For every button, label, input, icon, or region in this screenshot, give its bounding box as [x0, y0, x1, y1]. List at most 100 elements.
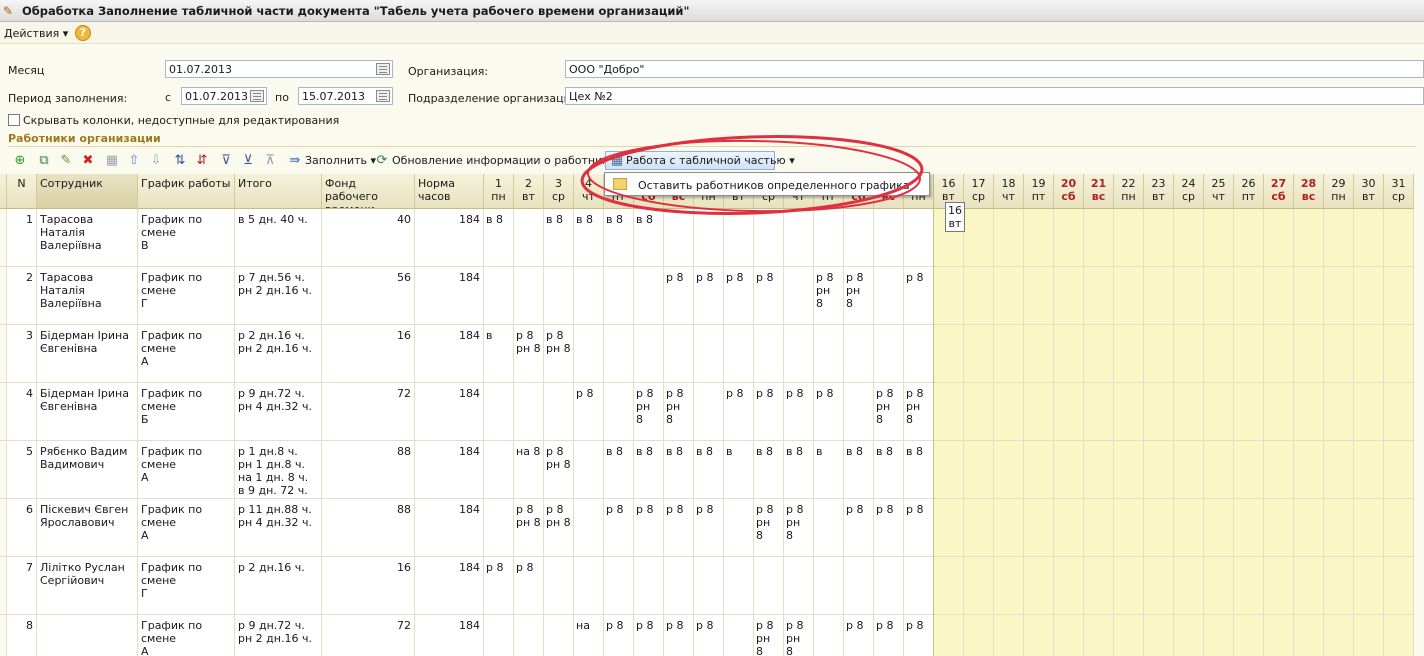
day-cell[interactable] [784, 325, 814, 383]
day-cell[interactable] [1054, 557, 1084, 615]
day-header-4[interactable]: 4 чт [574, 174, 604, 209]
day-cell[interactable] [1294, 267, 1324, 325]
day-cell[interactable] [754, 209, 784, 267]
day-cell[interactable] [814, 325, 844, 383]
day-cell[interactable] [1144, 499, 1174, 557]
day-header-28[interactable]: 28 вс [1294, 174, 1324, 209]
day-cell[interactable] [1354, 325, 1384, 383]
day-cell[interactable] [844, 209, 874, 267]
cell-schedule[interactable]: График по смене Г [138, 557, 235, 615]
day-cell[interactable] [1324, 615, 1354, 656]
day-cell[interactable]: р 8 [604, 499, 634, 557]
sort-desc-icon[interactable]: ⇵ [194, 153, 210, 169]
move-up-icon[interactable]: ⇧ [126, 153, 142, 169]
day-header-2[interactable]: 2 вт [514, 174, 544, 209]
cell-total[interactable]: в 5 дн. 40 ч. [235, 209, 322, 267]
day-cell[interactable] [1384, 267, 1414, 325]
day-header-22[interactable]: 22 пн [1114, 174, 1144, 209]
day-cell[interactable] [604, 383, 634, 441]
day-cell[interactable] [844, 325, 874, 383]
day-cell[interactable] [874, 325, 904, 383]
day-cell[interactable] [1174, 267, 1204, 325]
day-header-31[interactable]: 31 ср [1384, 174, 1414, 209]
day-cell[interactable]: р 8 [664, 615, 694, 656]
day-cell[interactable] [1384, 499, 1414, 557]
day-cell[interactable] [1204, 267, 1234, 325]
day-cell[interactable] [994, 383, 1024, 441]
day-cell[interactable] [1114, 209, 1144, 267]
cell-employee[interactable]: Рябєнко Вадим Вадимович [37, 441, 138, 499]
day-cell[interactable] [1354, 383, 1384, 441]
day-cell[interactable] [1204, 557, 1234, 615]
cell-schedule[interactable]: График по смене А [138, 325, 235, 383]
day-cell[interactable] [964, 267, 994, 325]
calendar-icon[interactable] [376, 90, 390, 102]
cell-norm[interactable]: 184 [415, 441, 484, 499]
cell-norm[interactable]: 184 [415, 383, 484, 441]
day-cell[interactable] [1234, 383, 1264, 441]
day-cell[interactable] [1024, 557, 1054, 615]
cell-employee[interactable]: Бідерман Ірина Євгенівна [37, 325, 138, 383]
day-cell[interactable]: на [574, 615, 604, 656]
day-cell[interactable] [694, 383, 724, 441]
day-cell[interactable] [1324, 383, 1354, 441]
day-cell[interactable] [1354, 615, 1384, 656]
day-cell[interactable] [1174, 615, 1204, 656]
day-cell[interactable]: р 8 [694, 267, 724, 325]
day-cell[interactable]: р 8 [664, 499, 694, 557]
day-cell[interactable]: р 8 рн 8 [814, 267, 844, 325]
period-to-field[interactable]: 15.07.2013 [298, 87, 393, 105]
day-cell[interactable]: в [814, 441, 844, 499]
cell-schedule[interactable]: График по смене В [138, 209, 235, 267]
day-cell[interactable]: р 8 [574, 383, 604, 441]
day-header-18[interactable]: 18 чт [994, 174, 1024, 209]
day-cell[interactable]: р 8 [844, 499, 874, 557]
day-cell[interactable] [514, 383, 544, 441]
day-cell[interactable]: в 8 [544, 209, 574, 267]
cell-schedule[interactable]: График по смене А [138, 615, 235, 656]
day-cell[interactable] [1084, 209, 1114, 267]
day-cell[interactable] [1084, 557, 1114, 615]
day-cell[interactable] [1114, 267, 1144, 325]
day-cell[interactable] [724, 615, 754, 656]
day-cell[interactable] [1234, 557, 1264, 615]
day-cell[interactable]: р 8 рн 8 [544, 441, 574, 499]
day-cell[interactable]: р 8 [814, 383, 844, 441]
day-cell[interactable] [1054, 615, 1084, 656]
day-cell[interactable] [1324, 499, 1354, 557]
day-cell[interactable]: р 8 рн 8 [514, 325, 544, 383]
day-cell[interactable] [1324, 557, 1354, 615]
day-cell[interactable] [994, 441, 1024, 499]
day-cell[interactable] [1084, 441, 1114, 499]
cell-norm[interactable]: 184 [415, 325, 484, 383]
day-header-25[interactable]: 25 чт [1204, 174, 1234, 209]
day-cell[interactable]: в [724, 441, 754, 499]
day-cell[interactable]: р 8 [904, 267, 934, 325]
day-cell[interactable] [1174, 557, 1204, 615]
day-cell[interactable] [1264, 557, 1294, 615]
day-header-19[interactable]: 19 пт [1024, 174, 1054, 209]
day-cell[interactable] [784, 267, 814, 325]
day-cell[interactable] [1174, 499, 1204, 557]
day-cell[interactable] [1144, 325, 1174, 383]
calendar-icon[interactable] [250, 90, 264, 102]
day-cell[interactable] [994, 267, 1024, 325]
day-cell[interactable] [484, 383, 514, 441]
day-cell[interactable] [1174, 209, 1204, 267]
day-cell[interactable] [694, 325, 724, 383]
day-cell[interactable]: в 8 [904, 441, 934, 499]
cell-n[interactable]: 6 [7, 499, 37, 557]
update-info-button[interactable]: Обновление информации о работника ▾ [392, 154, 625, 167]
day-cell[interactable] [1264, 267, 1294, 325]
day-cell[interactable]: р 8 [664, 267, 694, 325]
day-cell[interactable] [574, 325, 604, 383]
day-cell[interactable] [1294, 615, 1324, 656]
day-cell[interactable] [1204, 499, 1234, 557]
dept-field[interactable]: Цех №2 [565, 87, 1424, 105]
cell-n[interactable]: 8 [7, 615, 37, 656]
day-cell[interactable] [1054, 325, 1084, 383]
day-cell[interactable] [1324, 325, 1354, 383]
day-cell[interactable]: р 8 [724, 383, 754, 441]
day-cell[interactable] [934, 325, 964, 383]
day-cell[interactable]: р 8 рн 8 [544, 499, 574, 557]
